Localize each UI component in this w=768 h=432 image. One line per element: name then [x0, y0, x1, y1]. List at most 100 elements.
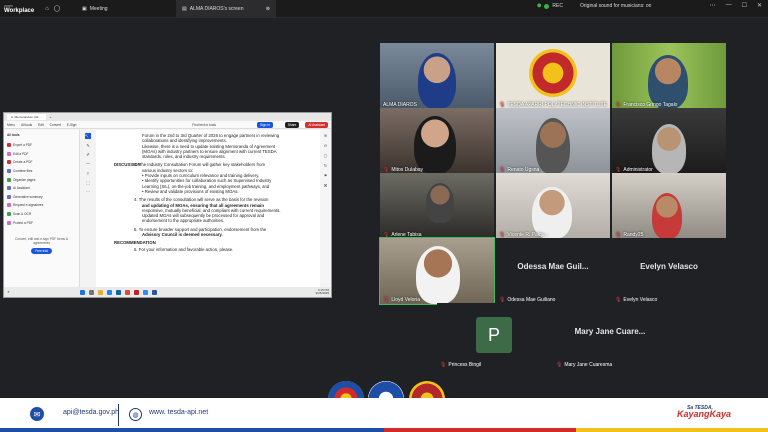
mail-icon: ✉ [30, 407, 44, 421]
tool-label: Export a PDF [13, 143, 33, 148]
more-icon[interactable]: ⋯ [710, 2, 716, 9]
pdf-menubar: Menu All tools Edit Convert E-Sign Find … [4, 121, 331, 129]
browser-tabbar: A. Memorandum (All ... + [4, 113, 331, 121]
section-heading: RECOMMENDATION [114, 240, 156, 246]
menu-item-convert[interactable]: Convert [50, 123, 61, 127]
name-only-tile[interactable]: Mary Jane Cuare... 🎙 Mary Jane Cuaresma [553, 303, 667, 369]
tool-icon [7, 212, 11, 217]
participant-name: Lloyd Veloria [391, 297, 420, 303]
section-heading: DISCUSSION [114, 162, 141, 168]
video-tile[interactable]: 🎙 Administrator [612, 108, 726, 174]
find-field[interactable]: Find text or tools [192, 123, 216, 127]
footer-email: api@tesda.gov.ph [63, 409, 120, 416]
tool-item[interactable]: AI Assistant [7, 184, 76, 193]
video-tile[interactable]: 🎙 Francisco Gringo Tagalo [612, 43, 726, 109]
browser-icon[interactable] [106, 289, 112, 295]
explorer-icon[interactable] [97, 289, 103, 295]
tab-screen-label: ALMA DIAROS's screen [189, 5, 244, 12]
os-taskbar: ☀ 4:15 PM 9/25/2025 [4, 287, 331, 297]
maximize-icon[interactable]: ☐ [742, 2, 747, 9]
video-tile[interactable]: 🎙 Renato Ugsna [496, 108, 610, 174]
tool-icon [7, 186, 11, 191]
menu-item-menu[interactable]: Menu [7, 123, 15, 127]
browser-tab[interactable]: A. Memorandum (All ... [7, 114, 46, 120]
mic-muted-icon: 🎙 [440, 362, 447, 368]
sign-in-button[interactable]: Sign in [257, 121, 273, 128]
video-tile[interactable]: 🎙 Randy25 [612, 173, 726, 239]
pdf-page: Forum in the 2nd to 3rd Quarter of 2026 … [96, 130, 322, 290]
free-trial-button[interactable]: Free trial [31, 247, 52, 254]
ai-assistant-button[interactable]: AI Assistant [305, 121, 328, 128]
screen-icon: ▤ [182, 5, 187, 12]
highlight-tool-icon[interactable]: ✐ [86, 152, 89, 157]
minimize-icon[interactable]: — [726, 2, 732, 9]
stamp-tool-icon[interactable]: ⬚ [86, 180, 90, 185]
video-tile[interactable]: 🎙 TESDA APARRI POLYTECHNIC INSTITUTE [496, 43, 610, 109]
start-icon[interactable] [79, 289, 85, 295]
text-tool-icon[interactable]: T [87, 171, 89, 176]
video-tile[interactable]: ALMA DIAROS [380, 43, 494, 109]
original-sound-toggle[interactable]: Original sound for musicians: on [580, 3, 651, 9]
menu-item-all-tools[interactable]: All tools [21, 123, 32, 127]
zoom-in-icon[interactable]: ⊕ [324, 133, 327, 138]
tools-panel: All tools Export a PDF Edit a PDF Create… [4, 130, 80, 290]
acrobat-icon[interactable] [133, 289, 139, 295]
search-icon[interactable] [88, 289, 94, 295]
mail-icon[interactable] [115, 289, 121, 295]
tool-label: Combine files [13, 169, 33, 174]
tool-item[interactable]: Scan & OCR [7, 210, 76, 219]
weather-icon: ☀ [7, 290, 10, 294]
tool-icon [7, 203, 11, 208]
recording-indicator[interactable]: ⬢ REC [537, 3, 563, 9]
original-sound-label: Original sound for musicians: on [580, 3, 652, 9]
zoom-out-icon[interactable]: ⊖ [324, 143, 327, 148]
meeting-icon: ▣ [82, 5, 87, 12]
video-tile[interactable]: 🎙 Vicente R. Palqu... [496, 173, 610, 239]
doc-line: 6. For your information and favorable ac… [134, 247, 234, 253]
color-band [0, 428, 768, 432]
tool-item[interactable]: Request e-signatures [7, 201, 76, 210]
participant-display-name: Evelyn Velasco [640, 262, 698, 271]
word-icon[interactable] [151, 289, 157, 295]
tool-icon [7, 194, 11, 199]
close-icon[interactable]: ✕ [757, 2, 762, 9]
menu-item-esign[interactable]: E-Sign [67, 123, 77, 127]
fit-page-icon[interactable]: ▢ [324, 153, 328, 158]
tool-item[interactable]: Edit a PDF [7, 150, 76, 159]
chat-icon[interactable]: ◯ [52, 4, 62, 14]
taskbar-clock: 4:15 PM 9/25/2025 [316, 288, 329, 296]
rotate-icon[interactable]: ↻ [324, 163, 327, 168]
name-only-tile[interactable]: Odessa Mae Guil... 🎙 Odessa Mae Guiliano [496, 238, 610, 304]
video-tile[interactable]: 🎙 Arlene Tabisa [380, 173, 494, 239]
zoom-app-icon[interactable] [142, 289, 148, 295]
tool-item[interactable]: Generative summary [7, 193, 76, 202]
new-tab-icon[interactable]: + [50, 115, 52, 119]
draw-tool-icon[interactable]: 〰 [86, 161, 90, 167]
home-icon[interactable]: ⌂ [42, 4, 52, 14]
more-tools-icon[interactable]: ⋯ [86, 189, 90, 194]
video-tile[interactable]: 🎙 Mitos Dulabay [380, 108, 494, 174]
menu-item-edit[interactable]: Edit [38, 123, 44, 127]
tool-icon [7, 177, 11, 182]
chrome-icon[interactable] [124, 289, 130, 295]
close-tab-icon[interactable]: ⊗ [266, 6, 270, 12]
video-tile-active-speaker[interactable]: 🎙 Lloyd Veloria [379, 237, 495, 305]
tab-screen-share[interactable]: ▤ ALMA DIAROS's screen ⊗ [176, 0, 276, 18]
select-tool-icon[interactable]: ↖ [85, 133, 91, 139]
tab-meeting[interactable]: ▣ Meeting [76, 0, 176, 18]
bookmark-icon[interactable]: ⚑ [324, 173, 328, 178]
participant-label: 🎙 Mary Jane Cuaresma [556, 362, 612, 368]
name-only-tile[interactable]: Evelyn Velasco 🎙 Evelyn Velasco [612, 238, 726, 304]
attachment-icon[interactable]: ⌘ [324, 183, 328, 188]
tool-item[interactable]: Create a PDF [7, 158, 76, 167]
slogan: Sa TESDA, KayangKaya [677, 405, 731, 419]
participant-name: Princess Bingil [448, 362, 482, 368]
promo-label: Convert, edit and e-sign PDF forms & agr… [15, 236, 68, 245]
tool-item[interactable]: Export a PDF [7, 141, 76, 150]
tool-item[interactable]: Organize pages [7, 175, 76, 184]
tool-item[interactable]: Protect a PDF [7, 218, 76, 227]
tool-item[interactable]: Combine files [7, 167, 76, 176]
comment-tool-icon[interactable]: ✎ [86, 143, 89, 148]
share-button[interactable]: Share [284, 121, 300, 128]
tool-label: AI Assistant [13, 186, 30, 191]
